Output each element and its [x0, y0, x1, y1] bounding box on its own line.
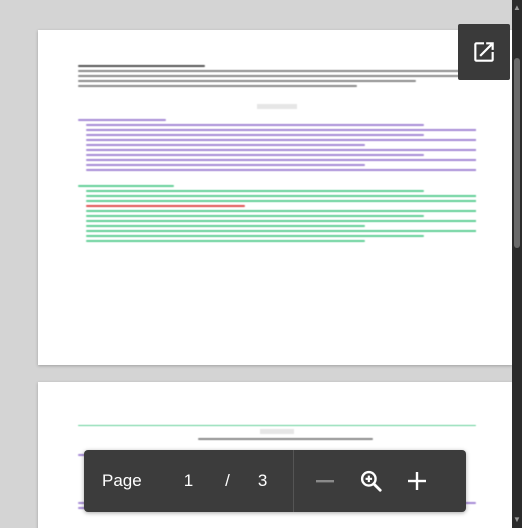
zoom-button[interactable]: [348, 458, 394, 504]
zoom-in-button[interactable]: [394, 458, 440, 504]
open-in-new-icon: [474, 42, 494, 62]
scrollbar-thumb[interactable]: [514, 58, 520, 248]
open-in-new-window-button[interactable]: [458, 24, 510, 80]
magnifier-plus-icon: [361, 470, 382, 492]
toolbar-divider: [293, 450, 295, 512]
page-toolbar: Page 1 / 3: [84, 450, 466, 512]
page-separator: /: [225, 471, 230, 490]
minus-icon: [316, 480, 335, 483]
page-1-body: [78, 62, 476, 245]
total-pages: 3: [257, 471, 268, 490]
current-page-number[interactable]: 1: [184, 471, 193, 491]
zoom-out-button[interactable]: [302, 458, 348, 504]
plus-icon: [408, 472, 427, 490]
pdf-viewer[interactable]: Page 1 / 3: [0, 0, 512, 528]
scroll-up-icon[interactable]: ▲: [512, 2, 522, 14]
document-page-1: [38, 30, 512, 365]
page-label: Page: [102, 471, 142, 490]
vertical-scrollbar[interactable]: ▲ ▼: [512, 0, 522, 528]
scroll-down-icon[interactable]: ▼: [512, 514, 522, 526]
